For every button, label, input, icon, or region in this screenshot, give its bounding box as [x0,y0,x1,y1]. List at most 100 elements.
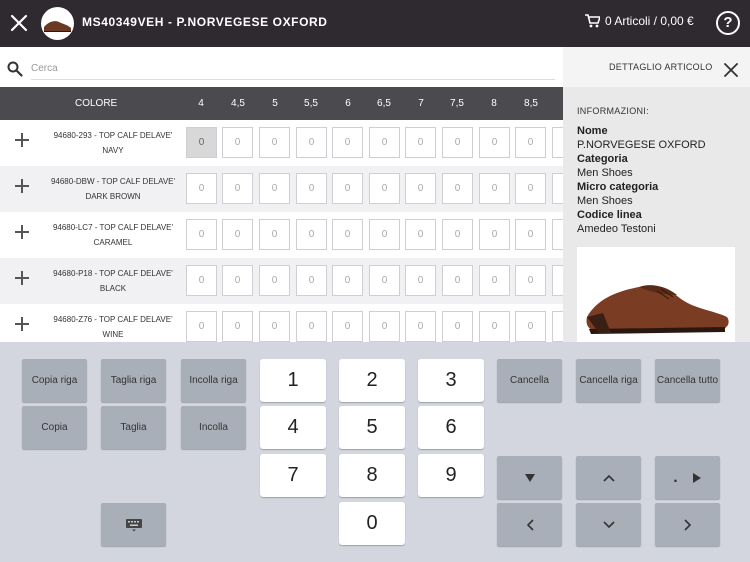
quantity-cell[interactable]: 0 [296,127,327,158]
quantity-cell[interactable]: 0 [186,127,217,158]
table-row: 94680-293 - TOP CALF DELAVE' NAVY 0 0 0 … [0,120,563,166]
quantity-cell[interactable]: 0 [369,265,400,296]
quantity-cell[interactable]: 0 [479,311,510,342]
quantity-cell[interactable]: 0 [369,127,400,158]
size-header: 5 [272,98,278,109]
add-row-icon[interactable] [14,316,30,332]
category-value: Men Shoes [577,167,633,179]
quantity-cell[interactable]: 0 [442,127,473,158]
color-code: 94680-Z76 - TOP CALF DELAVE' [53,315,173,324]
quantity-cell[interactable]: 0 [552,219,563,250]
quantity-cell[interactable]: 0 [222,311,253,342]
move-right-button[interactable] [655,503,720,546]
quantity-cell[interactable]: 0 [296,219,327,250]
paste-row-button[interactable]: Incolla riga [181,359,246,402]
quantity-cell[interactable]: 0 [186,173,217,204]
quantity-cell[interactable]: 0 [332,173,363,204]
table-row: 94680-DBW - TOP CALF DELAVE' DARK BROWN … [0,166,563,212]
quantity-cell[interactable]: 0 [515,265,546,296]
quantity-cell[interactable]: 0 [369,219,400,250]
quantity-cell[interactable]: 0 [222,265,253,296]
add-row-icon[interactable] [14,132,30,148]
quantity-cell[interactable]: 0 [296,265,327,296]
quantity-cell[interactable]: 0 [405,173,436,204]
quantity-cell[interactable]: 0 [405,127,436,158]
quantity-cell[interactable]: 0 [405,219,436,250]
color-code: 94680-293 - TOP CALF DELAVE' [53,131,173,140]
cut-button[interactable]: Taglia [101,406,166,449]
add-row-icon[interactable] [14,178,30,194]
delete-all-button[interactable]: Cancella tutto [655,359,720,402]
digit-6-button[interactable]: 6 [418,406,484,449]
quantity-cell[interactable]: 0 [515,127,546,158]
quantity-cell[interactable]: 0 [332,265,363,296]
paste-button[interactable]: Incolla [181,406,246,449]
cut-row-button[interactable]: Taglia riga [101,359,166,402]
quantity-cell[interactable]: 0 [442,219,473,250]
close-detail-icon[interactable] [724,63,738,77]
quantity-cell[interactable]: 0 [222,127,253,158]
quantity-cell[interactable]: 0 [515,219,546,250]
quantity-cell[interactable]: 0 [552,265,563,296]
digit-7-button[interactable]: 7 [260,454,326,497]
quantity-cell[interactable]: 0 [222,173,253,204]
quantity-cell[interactable]: 0 [442,173,473,204]
quantity-cell[interactable]: 0 [479,219,510,250]
search-input[interactable] [31,58,555,80]
quantity-cell[interactable]: 0 [442,311,473,342]
close-icon[interactable] [8,12,30,34]
move-up-button[interactable] [576,456,641,499]
quantity-cell[interactable]: 0 [259,219,290,250]
quantity-cell[interactable]: 0 [405,265,436,296]
triangle-right-icon [692,472,701,483]
quantity-cell[interactable]: 0 [332,127,363,158]
quantity-cell[interactable]: 0 [479,127,510,158]
digit-2-button[interactable]: 2 [339,359,405,402]
quantity-cell[interactable]: 0 [552,173,563,204]
digit-4-button[interactable]: 4 [260,406,326,449]
copy-button[interactable]: Copia [22,406,87,449]
move-down-button[interactable] [576,503,641,546]
keyboard-button[interactable] [101,503,166,546]
digit-8-button[interactable]: 8 [339,454,405,497]
digit-3-button[interactable]: 3 [418,359,484,402]
quantity-cell[interactable]: 0 [515,311,546,342]
quantity-cell[interactable]: 0 [552,127,563,158]
quantity-cell[interactable]: 0 [479,173,510,204]
quantity-cell[interactable]: 0 [296,311,327,342]
quantity-cell[interactable]: 0 [296,173,327,204]
quantity-cell[interactable]: 0 [442,265,473,296]
quantity-cell[interactable]: 0 [332,219,363,250]
quantity-cell[interactable]: 0 [369,311,400,342]
quantity-cell[interactable]: 0 [369,173,400,204]
add-row-icon[interactable] [14,224,30,240]
quantity-cell[interactable]: 0 [186,265,217,296]
cart-summary[interactable]: 0 Articoli / 0,00 € [585,14,694,28]
quantity-cell[interactable]: 0 [515,173,546,204]
move-left-button[interactable] [497,503,562,546]
quantity-cell[interactable]: 0 [479,265,510,296]
quantity-cell[interactable]: 0 [332,311,363,342]
help-icon[interactable]: ? [716,11,740,35]
quantity-cell[interactable]: 0 [259,311,290,342]
quantity-cell[interactable]: 0 [552,311,563,342]
quantity-cell[interactable]: 0 [259,127,290,158]
delete-button[interactable]: Cancella [497,359,562,402]
fill-right-button[interactable]: . [655,456,720,499]
digit-9-button[interactable]: 9 [418,454,484,497]
digit-1-button[interactable]: 1 [260,359,326,402]
quantity-cell[interactable]: 0 [186,311,217,342]
delete-row-button[interactable]: Cancella riga [576,359,641,402]
fill-down-button[interactable] [497,456,562,499]
quantity-cell[interactable]: 0 [259,265,290,296]
quantity-cell[interactable]: 0 [222,219,253,250]
digit-0-button[interactable]: 0 [339,502,405,545]
quantity-cell[interactable]: 0 [259,173,290,204]
copy-row-button[interactable]: Copia riga [22,359,87,402]
digit-5-button[interactable]: 5 [339,406,405,449]
quantity-cell[interactable]: 0 [405,311,436,342]
quantity-cell[interactable]: 0 [186,219,217,250]
color-label: DARK BROWN [85,192,141,201]
add-row-icon[interactable] [14,270,30,286]
color-code: 94680-LC7 - TOP CALF DELAVE' [52,223,174,232]
